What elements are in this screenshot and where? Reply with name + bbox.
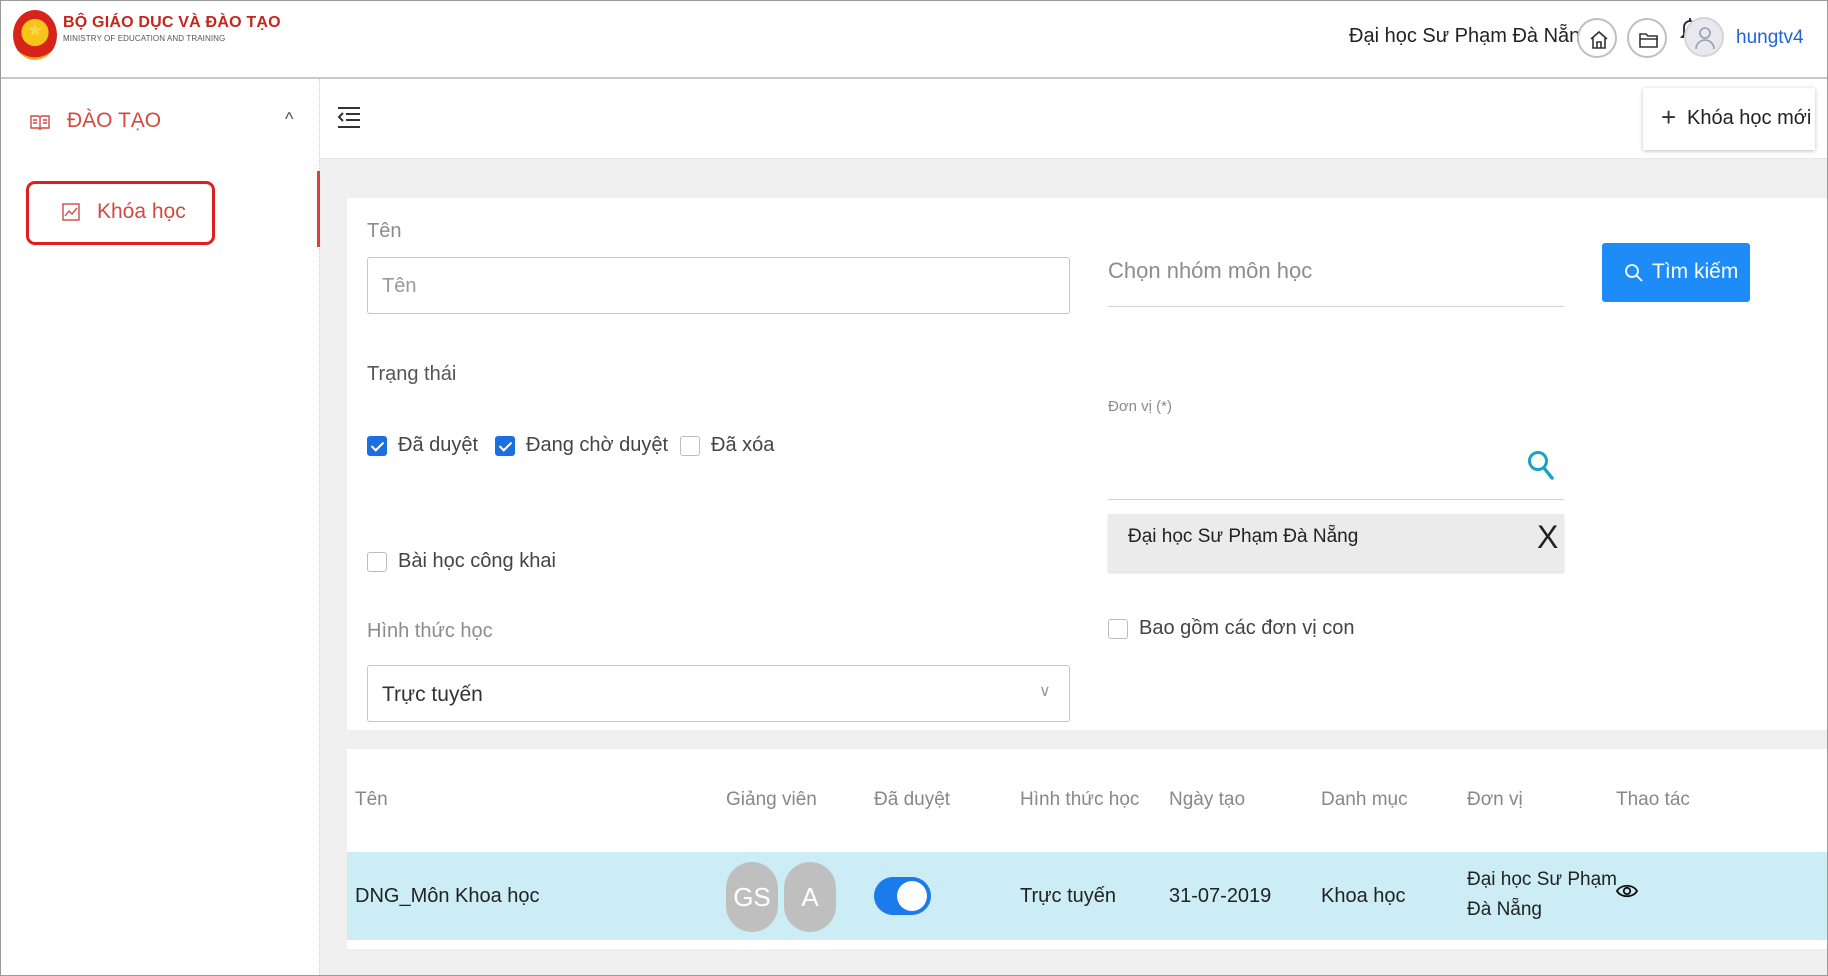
search-icon[interactable] xyxy=(1527,449,1555,483)
search-button[interactable]: Tìm kiếm xyxy=(1602,243,1750,302)
university-name: Đại học Sư Phạm Đà Nẵng xyxy=(1349,25,1592,47)
course-unit-line-2: Đà Nẵng xyxy=(1467,899,1542,920)
new-course-label[interactable]: Khóa học mới xyxy=(1687,107,1811,130)
folder-button[interactable] xyxy=(1627,18,1667,58)
lecturer-avatar: GS xyxy=(726,862,778,932)
folder-icon xyxy=(1639,33,1658,48)
column-header-name: Tên xyxy=(355,789,388,810)
approved-toggle[interactable] xyxy=(874,877,931,915)
column-header-approved: Đã duyệt xyxy=(874,789,951,810)
menu-collapse-icon[interactable] xyxy=(336,105,362,131)
sidebar-section-dao-tao[interactable]: ĐÀO TẠO xyxy=(67,109,161,133)
public-lesson-label[interactable]: Bài học công khai xyxy=(398,550,556,573)
public-lesson-checkbox[interactable] xyxy=(367,552,387,572)
chevron-up-icon[interactable]: ^ xyxy=(285,109,293,130)
user-avatar[interactable] xyxy=(1684,17,1724,57)
course-created-date: 31-07-2019 xyxy=(1169,885,1272,907)
name-input[interactable]: Tên xyxy=(367,257,1070,314)
learning-mode-label: Hình thức học xyxy=(367,620,493,642)
learning-mode-value: Trực tuyến xyxy=(382,683,483,706)
close-icon[interactable]: X xyxy=(1537,521,1558,553)
column-header-category: Danh mục xyxy=(1321,789,1408,810)
sidebar-item-label[interactable]: Khóa học xyxy=(97,200,186,224)
home-icon xyxy=(1590,30,1608,49)
column-header-actions: Thao tác xyxy=(1616,789,1690,810)
name-label: Tên xyxy=(367,220,402,242)
book-icon xyxy=(30,115,50,131)
selected-unit-text: Đại học Sư Phạm Đà Nẵng xyxy=(1128,526,1359,547)
status-deleted-checkbox[interactable] xyxy=(680,436,700,456)
column-header-mode: Hình thức học xyxy=(1020,789,1140,810)
unit-label: Đơn vị (*) xyxy=(1108,398,1173,415)
status-label: Trạng thái xyxy=(367,363,457,385)
org-name: BỘ GIÁO DỤC VÀ ĐÀO TẠO xyxy=(63,14,281,31)
include-sub-units-checkbox[interactable] xyxy=(1108,619,1128,639)
column-header-lecturer: Giảng viên xyxy=(726,789,817,810)
username[interactable]: hungtv4 xyxy=(1736,27,1804,49)
status-approved-checkbox[interactable] xyxy=(367,436,387,456)
plus-icon: + xyxy=(1661,102,1677,132)
app-window: BỘ GIÁO DỤC VÀ ĐÀO TẠO MINISTRY OF EDUCA… xyxy=(0,0,1828,976)
home-button[interactable] xyxy=(1577,18,1617,58)
status-approved-label[interactable]: Đã duyệt xyxy=(398,434,478,457)
learning-mode-select[interactable]: Trực tuyến xyxy=(367,665,1070,722)
subject-group-placeholder: Chọn nhóm môn học xyxy=(1108,258,1313,283)
user-icon xyxy=(1695,27,1715,50)
lecturer-avatar: A xyxy=(784,862,836,932)
eye-icon[interactable] xyxy=(1616,883,1638,899)
course-category: Khoa học xyxy=(1321,885,1406,907)
course-unit-line-1: Đại học Sư Phạm xyxy=(1467,869,1618,890)
status-pending-label[interactable]: Đang chờ duyệt xyxy=(526,434,668,457)
status-pending-checkbox[interactable] xyxy=(495,436,515,456)
column-header-created: Ngày tạo xyxy=(1169,789,1246,810)
status-deleted-label[interactable]: Đã xóa xyxy=(711,434,774,457)
chevron-down-icon[interactable]: ∨ xyxy=(1039,681,1051,701)
content-toolbar xyxy=(320,79,1827,159)
column-header-unit: Đơn vị xyxy=(1467,789,1523,810)
ministry-emblem-icon xyxy=(13,10,57,60)
course-mode: Trực tuyến xyxy=(1020,885,1117,907)
include-sub-units-label[interactable]: Bao gồm các đơn vị con xyxy=(1139,617,1354,640)
org-subtitle: MINISTRY OF EDUCATION AND TRAINING xyxy=(63,34,226,43)
name-placeholder: Tên xyxy=(382,275,417,297)
unit-search-field[interactable] xyxy=(1108,421,1564,500)
search-icon xyxy=(1625,264,1643,282)
course-name[interactable]: DNG_Môn Khoa học xyxy=(355,885,540,908)
search-button-label: Tìm kiếm xyxy=(1652,260,1739,283)
chart-line-icon xyxy=(62,203,80,221)
